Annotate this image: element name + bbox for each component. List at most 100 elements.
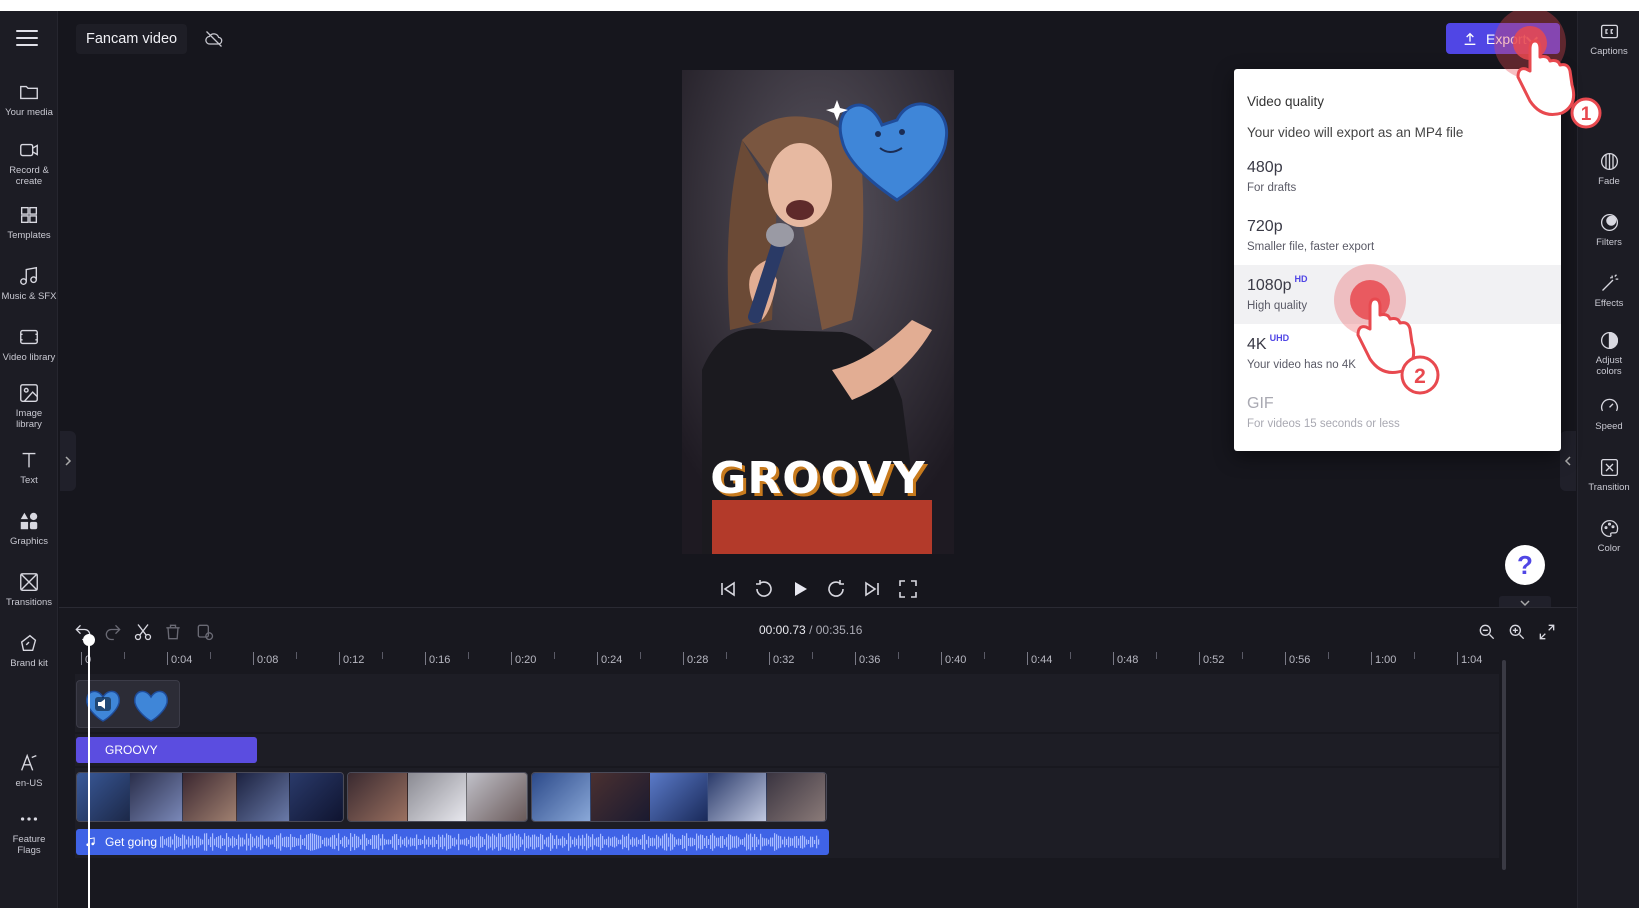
waveform-bar [304,838,306,846]
rewind-5s-icon[interactable] [752,577,776,601]
waveform-bar [584,837,586,847]
sticker-clip[interactable] [76,680,180,728]
rightbar-item-fade[interactable]: Fade [1578,151,1639,187]
sidebar-item-language[interactable]: en-US [0,752,58,789]
rightbar-item-captions[interactable]: Captions [1578,21,1639,57]
sidebar-item-music-sfx[interactable]: Music & SFX [0,265,58,302]
sidebar-item-your-media[interactable]: Your media [0,81,58,118]
waveform-bar [652,837,654,847]
quality-option-4k[interactable]: 4K UHD Your video has no 4K [1234,324,1561,383]
waveform-bar [646,839,648,845]
sidebar-item-label: Video library [2,352,56,363]
waveform-bar [546,837,548,847]
playhead[interactable] [88,634,90,908]
timeline-ruler[interactable]: 00:040:080:120:160:200:240:280:320:360:4… [81,652,1521,668]
rightbar-item-effects[interactable]: Effects [1578,273,1639,309]
rightbar-item-adjust-colors[interactable]: Adjust colors [1578,330,1639,377]
ruler-minor-tick [640,652,641,659]
brand-kit-icon [20,634,37,652]
waveform-bar [570,836,572,848]
sidebar-item-record-create[interactable]: Record & create [0,139,58,187]
waveform-bar [354,833,356,851]
waveform-bar [610,838,612,846]
help-button[interactable]: ? [1505,545,1545,585]
fit-timeline-icon[interactable] [1537,622,1557,642]
quality-option-480p[interactable]: 480p For drafts [1234,147,1561,206]
export-label: Export [1486,30,1527,47]
right-panel-toggle[interactable] [1560,431,1576,491]
waveform-bar [180,838,182,846]
rightbar-item-color[interactable]: Color [1578,518,1639,554]
waveform-bar [242,837,244,847]
text-clip-label: GROOVY [105,743,158,757]
quality-option-720p[interactable]: 720p Smaller file, faster export [1234,206,1561,265]
video-preview[interactable]: GROOVY [682,70,954,554]
duplicate-icon[interactable] [195,622,215,642]
waveform-bar [372,835,374,849]
waveform-bar [752,836,754,848]
left-sidebar: Your media Record & create Templates Mus… [0,11,58,908]
waveform-bar [246,833,248,851]
waveform-bar [322,839,324,845]
redo-icon[interactable] [103,622,123,642]
project-title[interactable]: Fancam video [76,24,188,54]
ruler-label: 1:04 [1461,654,1483,666]
waveform-bar [314,833,316,851]
export-button[interactable]: Export [1446,23,1560,54]
sidebar-item-text[interactable]: Text [0,449,58,486]
waveform-bar [754,833,756,851]
ruler-label: 0:56 [1289,654,1311,666]
play-icon[interactable] [788,577,812,601]
sidebar-item-transitions[interactable]: Transitions [0,571,58,608]
waveform-bar [542,834,544,850]
menu-icon[interactable] [16,30,38,46]
waveform-bar [650,838,652,846]
video-clip-1[interactable] [76,772,344,822]
video-quality-menu: Video quality Your video will export as … [1234,69,1561,451]
playhead-handle[interactable] [83,634,95,646]
waveform-bar [330,837,332,847]
waveform-bar [810,836,812,848]
language-icon [21,753,37,771]
quality-option-1080p[interactable]: 1080p HD High quality [1234,265,1561,324]
sidebar-item-label: Templates [7,230,51,241]
scissors-icon[interactable] [133,622,153,642]
left-panel-toggle[interactable] [60,431,76,491]
rightbar-item-filters[interactable]: Filters [1578,212,1639,248]
text-clip[interactable]: GROOVY [76,737,257,763]
zoom-in-icon[interactable] [1507,622,1527,642]
waveform-bar [556,835,558,849]
rightbar-item-speed[interactable]: Speed [1578,396,1639,432]
rightbar-item-transition[interactable]: Transition [1578,457,1639,493]
waveform-bar [562,836,564,848]
forward-5s-icon[interactable] [824,577,848,601]
waveform-bar [470,835,472,849]
waveform-bar [194,838,196,846]
fullscreen-icon[interactable] [896,577,920,601]
rightbar-item-label: Color [1597,543,1621,554]
total-time: / 00:35.16 [809,623,863,637]
sidebar-item-brand-kit[interactable]: Brand kit [0,632,58,669]
sidebar-item-video-library[interactable]: Video library [0,326,58,363]
preview-overlay-text: GROOVY [710,453,926,504]
waveform-bar [376,835,378,849]
zoom-out-icon[interactable] [1477,622,1497,642]
audio-clip-label: Get going [105,835,158,849]
waveform-bar [476,836,478,848]
sidebar-item-graphics[interactable]: Graphics [0,510,58,547]
trash-icon[interactable] [163,622,183,642]
waveform-bar [468,839,470,845]
waveform-bar [772,837,774,847]
timeline-scrollbar[interactable] [1502,660,1506,870]
rightbar-item-label: Effects [1594,298,1624,309]
sidebar-item-image-library[interactable]: Image library [0,382,58,430]
audio-clip[interactable]: Get going [76,829,829,855]
video-clip-2[interactable] [347,772,528,822]
video-clip-3[interactable] [531,772,827,822]
waveform-bar [394,834,396,850]
skip-to-end-icon[interactable] [860,577,884,601]
skip-to-start-icon[interactable] [716,577,740,601]
sidebar-item-templates[interactable]: Templates [0,204,58,241]
sidebar-item-feature-flags[interactable]: Feature Flags [0,808,58,856]
waveform-bar [722,836,724,848]
